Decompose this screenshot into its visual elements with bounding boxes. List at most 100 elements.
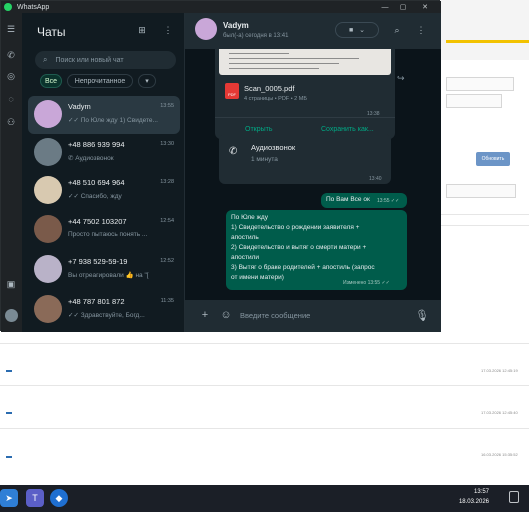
profile-avatar[interactable] bbox=[5, 309, 18, 322]
background-date: 17.03.2026 12:45:40 bbox=[481, 410, 518, 415]
channels-icon[interactable]: ◌ bbox=[5, 93, 17, 105]
chat-time: 13:30 bbox=[160, 141, 174, 147]
file-meta: 4 страницы • PDF • 2 МБ bbox=[244, 96, 307, 102]
chat-name: +44 7502 103207 bbox=[68, 217, 127, 226]
message-line: 2) Свидетельство и вытяг о смерти матери… bbox=[231, 244, 367, 251]
window-title: WhatsApp bbox=[17, 3, 50, 11]
file-name: Scan_0005.pdf bbox=[244, 84, 295, 93]
message-line: 1) Свидетельство о рождении заявителя + bbox=[231, 224, 360, 231]
minimize-button[interactable]: — bbox=[377, 1, 393, 13]
message-line: апостиль bbox=[231, 234, 259, 241]
chat-name: +48 886 939 994 bbox=[68, 140, 125, 149]
call-title: Аудиозвонок bbox=[251, 143, 296, 152]
call-duration: 1 минута bbox=[251, 156, 278, 163]
background-row-marker bbox=[6, 370, 12, 372]
attach-plus-icon[interactable]: + bbox=[198, 309, 212, 321]
save-as-button[interactable]: Сохранить как... bbox=[321, 126, 374, 133]
background-header bbox=[440, 0, 529, 60]
message-time: Изменено 13:55 ✓✓ bbox=[343, 280, 390, 286]
video-call-button[interactable]: ■ ⌄ bbox=[335, 22, 379, 38]
telegram-icon[interactable]: ➤ bbox=[0, 489, 18, 507]
background-select[interactable] bbox=[446, 184, 516, 198]
message-input[interactable]: Введите сообщение bbox=[240, 311, 310, 320]
whatsapp-window: WhatsApp — ▢ ✕ ☰ ✆ ◎ ◌ ⚇ ▣ Чаты ⊞ ⋮ ⌕ По… bbox=[0, 0, 441, 332]
archive-icon[interactable]: ▣ bbox=[5, 278, 17, 290]
filter-all[interactable]: Все bbox=[40, 74, 62, 88]
background-date-field[interactable] bbox=[446, 94, 502, 108]
chat-item[interactable]: +44 7502 103207 12:54 Просто пытаюсь пон… bbox=[28, 211, 180, 249]
background-date: 17.03.2026 12:45:19 bbox=[481, 368, 518, 373]
filter-more-chevron-down-icon[interactable]: ▾ bbox=[138, 74, 156, 88]
chat-preview: ✓✓ По Юле жду 1) Свидете... bbox=[68, 117, 158, 124]
messenger-icon[interactable]: ◆ bbox=[50, 489, 68, 507]
background-accent-bar bbox=[446, 40, 529, 43]
taskbar: ➤ T ◆ 13:57 18.03.2026 bbox=[0, 485, 529, 512]
chat-name: +48 787 801 872 bbox=[68, 297, 125, 306]
search-icon[interactable]: ⌕ bbox=[391, 25, 403, 36]
filter-unread[interactable]: Непрочитанное bbox=[67, 74, 133, 88]
background-row-divider bbox=[0, 428, 529, 429]
pdf-icon: PDF bbox=[225, 83, 239, 99]
chat-preview: Просто пытаюсь понять ... bbox=[68, 231, 148, 238]
message-time: 13:55 ✓✓ bbox=[377, 198, 400, 204]
search-input[interactable]: ⌕ Поиск или новый чат bbox=[35, 51, 176, 69]
chat-item[interactable]: +7 938 529-59-19 12:52 Вы отреагировали … bbox=[28, 251, 180, 289]
new-chat-icon[interactable]: ⊞ bbox=[136, 25, 148, 36]
conversation-header[interactable]: Vadym был(-а) сегодня в 13:41 ■ ⌄ ⌕ ⋮ bbox=[185, 13, 441, 49]
calls-icon[interactable]: ✆ bbox=[5, 49, 17, 61]
nav-rail: ☰ ✆ ◎ ◌ ⚇ ▣ bbox=[1, 13, 22, 332]
chat-item[interactable]: +48 886 939 994 13:30 ✆ Аудиозвонок bbox=[28, 134, 180, 172]
message-line: апостили bbox=[231, 254, 260, 261]
file-message[interactable]: PDF Scan_0005.pdf 4 страницы • PDF • 2 М… bbox=[215, 49, 395, 139]
forward-icon[interactable]: ↪ bbox=[397, 73, 405, 84]
avatar bbox=[34, 100, 62, 128]
message-line: от имени матери) bbox=[231, 274, 284, 281]
contact-status: был(-а) сегодня в 13:41 bbox=[223, 33, 289, 39]
status-icon[interactable]: ◎ bbox=[5, 70, 17, 82]
message-line: 3) Вытяг о браке родителей + апостиль (з… bbox=[231, 264, 375, 271]
search-icon: ⌕ bbox=[43, 55, 48, 64]
background-row-marker bbox=[6, 412, 12, 414]
chat-time: 13:55 bbox=[160, 103, 174, 109]
document-preview[interactable] bbox=[219, 49, 391, 75]
avatar bbox=[34, 255, 62, 283]
background-refresh-button[interactable]: Обновить bbox=[476, 152, 510, 166]
outgoing-message[interactable]: По Вам Все ок 13:55 ✓✓ bbox=[321, 193, 407, 208]
call-message[interactable]: ✆ Аудиозвонок 1 минута 13:40 bbox=[219, 134, 391, 184]
clock-time[interactable]: 13:57 bbox=[474, 489, 489, 495]
whatsapp-logo-icon bbox=[4, 3, 12, 11]
sticker-icon[interactable]: ☺ bbox=[219, 309, 233, 321]
outgoing-message[interactable]: По Юле жду 1) Свидетельство о рождении з… bbox=[226, 210, 407, 290]
chat-list-panel: Чаты ⊞ ⋮ ⌕ Поиск или новый чат Все Непро… bbox=[22, 13, 185, 332]
menu-icon[interactable]: ⋮ bbox=[162, 25, 174, 36]
communities-icon[interactable]: ⚇ bbox=[5, 116, 17, 128]
background-row-divider bbox=[0, 385, 529, 386]
background-field[interactable] bbox=[446, 77, 514, 91]
chat-item[interactable]: +48 787 801 872 11:35 ✓✓ Здравствуйте, Б… bbox=[28, 291, 180, 329]
notification-icon[interactable] bbox=[509, 491, 519, 503]
composer: + ☺ Введите сообщение 🎙 bbox=[185, 300, 441, 332]
menu-icon[interactable]: ⋮ bbox=[415, 25, 427, 36]
avatar bbox=[34, 215, 62, 243]
chat-item[interactable]: Vadym 13:55 ✓✓ По Юле жду 1) Свидете... bbox=[28, 96, 180, 134]
chats-title: Чаты bbox=[37, 25, 66, 39]
close-button[interactable]: ✕ bbox=[417, 1, 433, 13]
background-row-divider bbox=[0, 343, 529, 344]
chat-time: 11:35 bbox=[160, 298, 174, 304]
chat-item[interactable]: +48 510 694 964 13:28 ✓✓ Спасибо, жду bbox=[28, 172, 180, 210]
maximize-button[interactable]: ▢ bbox=[395, 1, 411, 13]
chat-name: +7 938 529-59-19 bbox=[68, 257, 128, 266]
chat-preview: Вы отреагировали 👍 на "[ bbox=[68, 272, 149, 279]
divider bbox=[215, 117, 395, 118]
chats-icon[interactable]: ☰ bbox=[5, 23, 17, 35]
contact-name: Vadym bbox=[223, 21, 249, 30]
contact-avatar[interactable] bbox=[195, 18, 217, 40]
open-file-button[interactable]: Открыть bbox=[245, 126, 273, 133]
avatar bbox=[34, 176, 62, 204]
clock-date[interactable]: 18.03.2026 bbox=[459, 499, 489, 505]
teams-icon[interactable]: T bbox=[26, 489, 44, 507]
search-placeholder: Поиск или новый чат bbox=[55, 56, 124, 64]
microphone-icon[interactable]: 🎙 bbox=[415, 309, 429, 322]
chat-name: Vadym bbox=[68, 102, 91, 111]
background-date: 16.03.2026 15:35:52 bbox=[481, 452, 518, 457]
